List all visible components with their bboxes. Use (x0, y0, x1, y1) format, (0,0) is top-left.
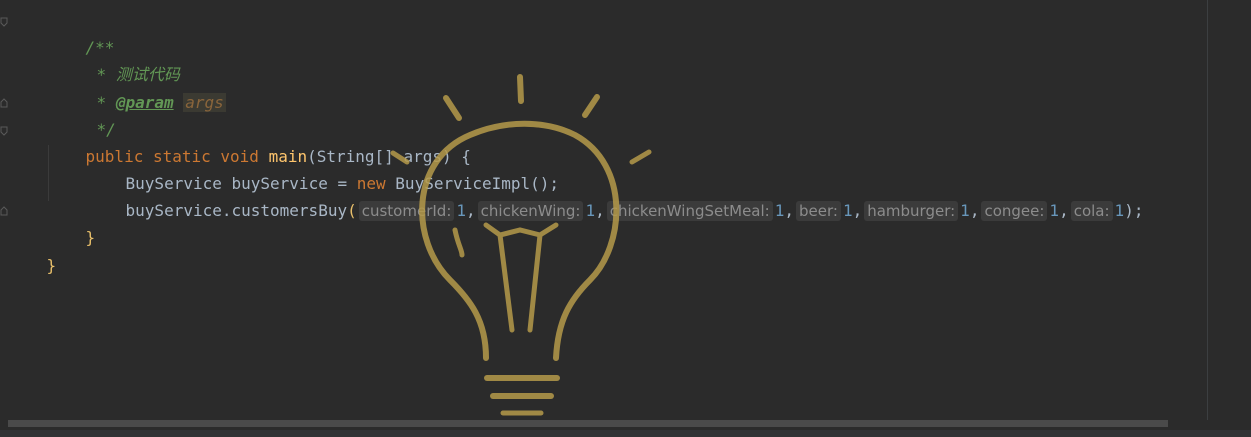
horizontal-scrollbar[interactable] (8, 420, 1168, 427)
comma: , (852, 201, 863, 220)
fold-marker-icon[interactable] (0, 17, 8, 27)
code-line-4[interactable]: */ (58, 91, 116, 139)
arg-value: 1 (960, 201, 970, 220)
param-hint-chickenwing: chickenWing: (477, 201, 584, 221)
comma: , (466, 201, 476, 220)
comma: , (784, 201, 794, 220)
arg-value: 1 (842, 201, 853, 220)
method-close-brace: } (85, 228, 96, 247)
comma: , (595, 201, 605, 220)
param-hint-customerid: customerId: (358, 201, 455, 221)
fold-end-icon[interactable] (0, 206, 8, 216)
doc-param-name: args (183, 93, 226, 112)
code-line-2[interactable]: * 测试代码 (58, 36, 180, 84)
code-line-6[interactable]: BuyService buyService = new BuyServiceIm… (87, 145, 560, 193)
param-hint-cola: cola: (1070, 201, 1113, 221)
fold-marker-icon[interactable] (0, 126, 8, 136)
doc-param-tag: @param (115, 93, 174, 112)
comma: , (969, 201, 980, 220)
param-hint-hamburger: hamburger: (864, 201, 959, 221)
comma: , (1059, 201, 1069, 220)
code-line-5[interactable]: public static void main(String[] args) { (47, 118, 471, 166)
code-line-8[interactable]: } (47, 199, 96, 247)
code-line-3[interactable]: * @param args (58, 64, 226, 112)
open-paren: ( (347, 201, 357, 220)
arg-value: 1 (774, 201, 785, 220)
arg-value: 1 (1114, 201, 1125, 220)
code-line-1[interactable]: /** (47, 9, 115, 57)
param-hint-congee: congee: (981, 201, 1048, 221)
param-hint-chickenwingsetmeal: chickenWingSetMeal: (606, 201, 773, 221)
fold-end-icon[interactable] (0, 98, 8, 108)
param-hint-beer: beer: (796, 201, 841, 221)
code-line-9[interactable]: } (8, 227, 57, 275)
code-line-7[interactable]: buyService.customersBuy(customerId: 1, chi… (87, 172, 1143, 221)
arg-value: 1 (456, 201, 467, 220)
gutter (0, 0, 14, 437)
call-target: buyService.customersBuy (125, 201, 348, 220)
class-close-brace: } (46, 256, 57, 275)
code-editor[interactable]: /** * 测试代码 * @param args */ public stati… (0, 0, 1251, 437)
status-strip (0, 430, 1251, 437)
right-margin-guide (1207, 0, 1208, 420)
close-call: ); (1124, 201, 1144, 220)
arg-value: 1 (585, 201, 596, 220)
arg-value: 1 (1049, 201, 1060, 220)
